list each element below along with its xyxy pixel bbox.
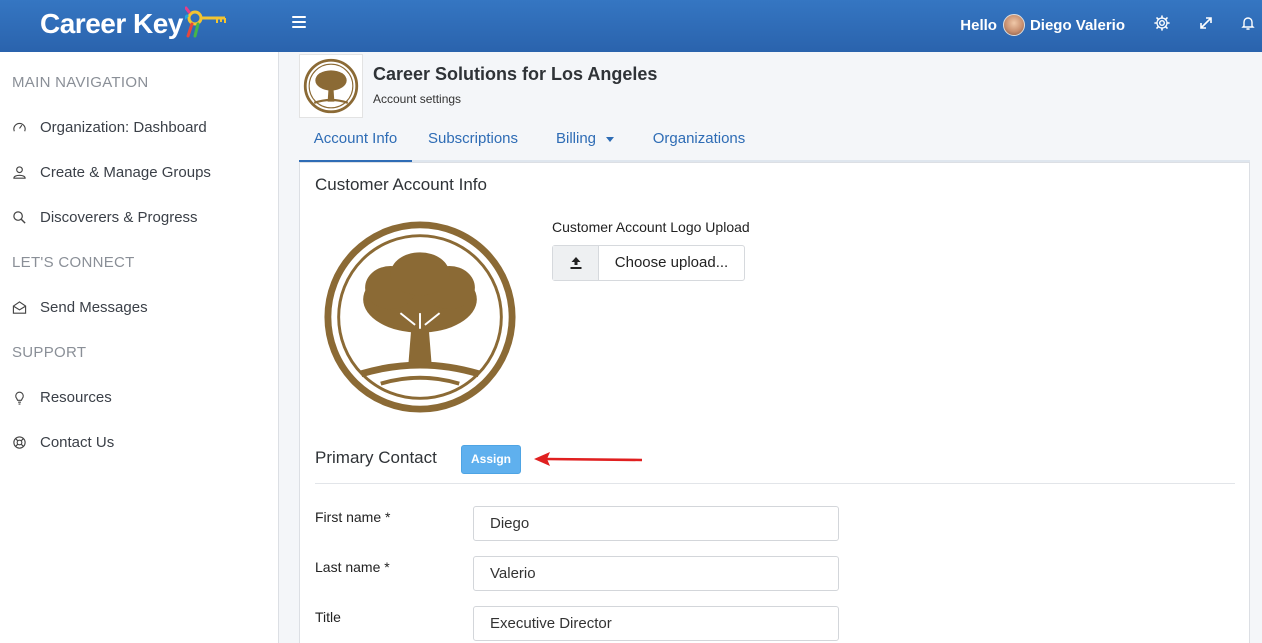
logo-upload-control: Choose upload... <box>552 245 745 281</box>
user-icon <box>13 166 26 179</box>
sidebar: MAIN NAVIGATION Organization: Dashboard … <box>0 52 279 643</box>
top-bar: Career Key Hello Diego Valerio <box>0 0 1262 52</box>
panel-title: Customer Account Info <box>315 175 487 194</box>
gear-icon[interactable] <box>1153 14 1171 32</box>
section-support: SUPPORT <box>12 344 87 361</box>
logo-upload-label: Customer Account Logo Upload <box>552 219 750 235</box>
sidebar-item-label: Resources <box>40 389 112 406</box>
upload-button[interactable] <box>553 246 599 280</box>
primary-contact-title: Primary Contact <box>315 448 437 467</box>
greeting-text: Hello <box>960 16 997 34</box>
sidebar-item-label: Organization: Dashboard <box>40 119 207 136</box>
last-name-field[interactable] <box>473 556 839 591</box>
brand-logo[interactable]: Career Key <box>40 6 229 42</box>
key-icon <box>184 6 226 38</box>
sidebar-item-groups[interactable]: Create & Manage Groups <box>12 164 211 181</box>
sidebar-item-contact-us[interactable]: Contact Us <box>12 434 114 451</box>
tab-organizations[interactable]: Organizations <box>639 122 759 162</box>
page-subtitle: Account settings <box>373 92 462 106</box>
tab-billing[interactable]: Billing <box>544 122 626 162</box>
envelope-icon <box>12 301 27 314</box>
tab-account-info[interactable]: Account Info <box>299 122 412 162</box>
tab-subscriptions[interactable]: Subscriptions <box>412 122 534 162</box>
assign-button[interactable]: Assign <box>461 445 521 474</box>
lightbulb-icon <box>15 391 24 405</box>
tab-bar: Account Info Subscriptions Billing Organ… <box>299 122 1250 162</box>
title-field[interactable] <box>473 606 839 641</box>
divider <box>315 483 1235 484</box>
sidebar-item-discoverers[interactable]: Discoverers & Progress <box>12 209 198 226</box>
user-greeting[interactable]: Hello Diego Valerio <box>960 14 1125 36</box>
avatar <box>1002 14 1025 36</box>
title-label: Title <box>315 609 341 625</box>
bell-icon[interactable] <box>1239 14 1257 32</box>
chevron-down-icon <box>606 136 615 142</box>
section-main-navigation: MAIN NAVIGATION <box>12 74 149 91</box>
account-info-panel: Customer Account Info Customer Account L… <box>299 162 1250 643</box>
sidebar-item-dashboard[interactable]: Organization: Dashboard <box>12 119 207 136</box>
page-title: Career Solutions for Los Angeles <box>373 64 658 84</box>
first-name-label: First name * <box>315 509 391 525</box>
gauge-icon <box>13 122 26 132</box>
choose-upload-button[interactable]: Choose upload... <box>599 246 744 280</box>
sidebar-item-label: Discoverers & Progress <box>40 209 198 226</box>
section-lets-connect: LET'S CONNECT <box>12 254 135 271</box>
tree-logo-icon <box>303 58 359 114</box>
last-name-label: Last name * <box>315 559 390 575</box>
sidebar-item-send-messages[interactable]: Send Messages <box>12 299 148 316</box>
sidebar-item-label: Create & Manage Groups <box>40 164 211 181</box>
sidebar-item-resources[interactable]: Resources <box>12 389 112 406</box>
upload-icon <box>570 257 581 269</box>
tree-logo-icon <box>324 221 516 413</box>
sidebar-item-label: Contact Us <box>40 434 115 451</box>
org-logo-thumbnail <box>299 54 363 118</box>
tab-billing-label: Billing <box>555 130 597 147</box>
user-name: Diego Valerio <box>1029 16 1125 34</box>
brand-name: Career Key <box>40 8 183 39</box>
search-icon <box>13 211 26 224</box>
sidebar-item-label: Send Messages <box>40 299 148 316</box>
expand-icon[interactable] <box>1197 14 1215 32</box>
first-name-field[interactable] <box>473 506 839 541</box>
menu-icon[interactable] <box>292 16 306 30</box>
annotation-arrow-icon <box>534 452 643 466</box>
lifebuoy-icon <box>13 436 26 449</box>
